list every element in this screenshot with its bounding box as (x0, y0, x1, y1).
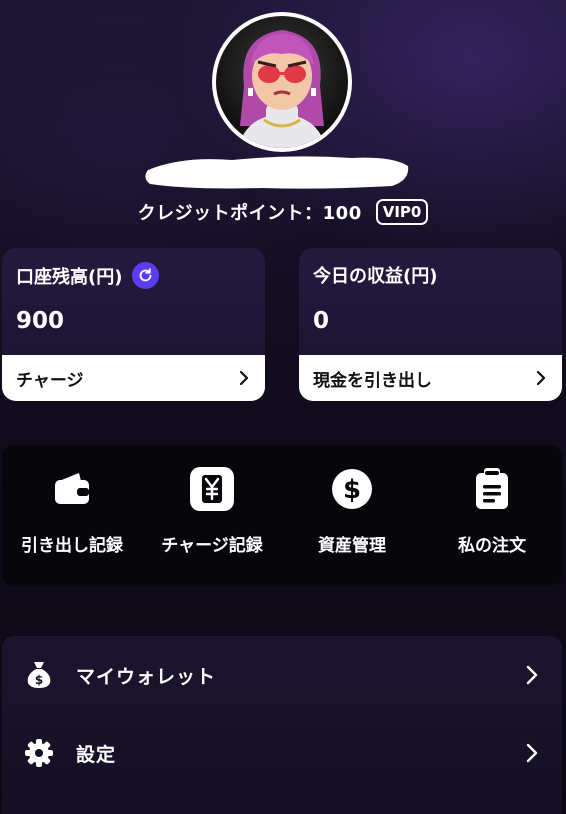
list-item-settings[interactable]: 設定 (2, 714, 562, 792)
quick-withdraw-history-label: 引き出し記録 (21, 536, 123, 556)
quick-asset-management-label: 資産管理 (318, 536, 386, 556)
today-earnings-card: 今日の収益(円) 0 現金を引き出し (299, 248, 562, 401)
today-earnings-title: 今日の収益(円) (313, 266, 438, 287)
quick-asset-management[interactable]: $ 資産管理 (282, 445, 422, 586)
quick-charge-history[interactable]: チャージ記録 (142, 445, 282, 586)
today-earnings-value: 0 (313, 308, 330, 334)
refresh-icon[interactable] (132, 262, 160, 289)
list-item-my-wallet[interactable]: $ マイウォレット (2, 636, 562, 714)
vip-badge: VIP0 (375, 199, 429, 225)
settings-list: $ マイウォレット 設定 (2, 636, 562, 814)
money-bag-icon: $ (24, 660, 54, 690)
avatar[interactable] (212, 12, 352, 152)
credit-row: クレジットポイント：100 VIP0 (0, 198, 566, 226)
yen-receipt-icon (190, 467, 234, 511)
chevron-right-icon (526, 743, 538, 763)
balance-card: 口座残高(円) 900 チャージ (2, 248, 265, 401)
quick-my-orders[interactable]: 私の注文 (422, 445, 562, 586)
chevron-right-icon (239, 370, 249, 386)
balance-value: 900 (16, 308, 65, 334)
quick-my-orders-label: 私の注文 (458, 536, 526, 556)
svg-text:$: $ (343, 475, 361, 505)
withdraw-button-label: 現金を引き出し (313, 370, 432, 391)
wallet-icon (50, 467, 94, 511)
chevron-right-icon (536, 370, 546, 386)
balance-title: 口座残高(円) (16, 266, 123, 288)
gear-icon (24, 738, 54, 768)
withdraw-button[interactable]: 現金を引き出し (299, 355, 562, 401)
balance-card-header: 口座残高(円) (16, 262, 160, 289)
charge-button-label: チャージ (16, 370, 84, 391)
list-item-settings-label: 設定 (76, 743, 117, 766)
chevron-right-icon (526, 665, 538, 685)
avatar-image (216, 16, 348, 148)
svg-text:$: $ (35, 673, 43, 687)
username-redacted (145, 156, 409, 189)
quick-charge-history-label: チャージ記録 (161, 536, 263, 556)
credit-points: クレジットポイント：100 (137, 203, 362, 224)
charge-button[interactable]: チャージ (2, 355, 265, 401)
dollar-circle-icon: $ (330, 467, 374, 511)
list-item-my-wallet-label: マイウォレット (76, 665, 217, 688)
quick-withdraw-history[interactable]: 引き出し記録 (2, 445, 142, 586)
quick-menu: 引き出し記録 チャージ記録 $ 資産管理 私の注文 (2, 445, 562, 586)
clipboard-icon (470, 467, 514, 511)
today-card-header: 今日の収益(円) (313, 262, 437, 288)
